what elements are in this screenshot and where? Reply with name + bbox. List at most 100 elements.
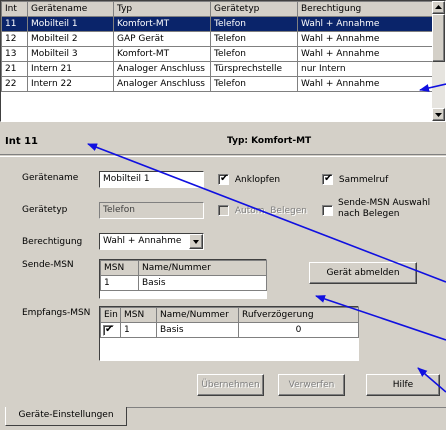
ein-checkbox[interactable]: ✔ <box>103 323 114 336</box>
cell-berechtigung: Wahl + Annahme <box>297 31 433 47</box>
sammelruf-label: Sammelruf <box>338 174 389 185</box>
empfangs-msn-table: Ein MSN Name/Nummer Rufverzögerung ✔ 1 B… <box>100 307 359 338</box>
cell-name: Intern 22 <box>27 76 114 92</box>
sende-msn-label: Sende-MSN <box>22 260 74 270</box>
int-label: Int 11 <box>5 136 39 147</box>
cell-name: Mobilteil 2 <box>27 31 114 47</box>
cell-int: 11 <box>1 16 28 32</box>
table-row[interactable]: ✔ 1 Basis 0 <box>100 322 359 338</box>
berechtigung-select[interactable]: Wahl + Annahme <box>99 233 204 250</box>
cell-msn: 1 <box>100 275 139 291</box>
sende-msn-auswahl-checkbox[interactable]: Sende-MSN Auswahl nach Belegen <box>322 198 446 222</box>
anklopfen-checkbox[interactable]: ✔ Anklopfen <box>218 173 280 186</box>
geraetename-value: Mobilteil 1 <box>103 174 150 184</box>
geraet-abmelden-label: Gerät abmelden <box>326 268 400 278</box>
device-table-header: Int Gerätename Typ Gerätetyp Berechtigun… <box>1 1 433 17</box>
table-row[interactable]: 11 Mobilteil 1 Komfort-MT Telefon Wahl +… <box>1 16 433 32</box>
geraetetyp-field: Telefon <box>99 202 204 219</box>
device-table-frame: Int Gerätename Typ Gerätetyp Berechtigun… <box>0 0 446 122</box>
geraetename-label: Gerätename <box>22 173 79 183</box>
checkmark-icon: ✔ <box>220 173 229 184</box>
col-header-ein[interactable]: Ein <box>100 307 121 323</box>
sende-msn-table-frame: MSN Name/Nummer 1 Basis <box>99 259 267 299</box>
autom-belegen-label: Autom. Belegen <box>234 205 307 216</box>
col-header-rufverzoegerung[interactable]: Rufverzögerung <box>238 307 359 323</box>
autom-belegen-box[interactable] <box>218 205 229 216</box>
tab-geraete-einstellungen[interactable]: Geräte-Einstellungen <box>5 407 127 426</box>
empfangs-msn-label: Empfangs-MSN <box>22 308 91 318</box>
uebernehmen-button[interactable]: Übernehmen <box>197 374 264 396</box>
chevron-down-icon <box>193 240 199 244</box>
table-row[interactable]: 13 Mobilteil 3 Komfort-MT Telefon Wahl +… <box>1 46 433 62</box>
col-header-msn[interactable]: MSN <box>120 307 157 323</box>
cell-typ: GAP Gerät <box>113 31 211 47</box>
cell-name: Mobilteil 1 <box>27 16 114 32</box>
cell-int: 21 <box>1 61 28 77</box>
col-header-berechtigung[interactable]: Berechtigung <box>297 1 433 17</box>
cell-int: 12 <box>1 31 28 47</box>
geraetename-input[interactable]: Mobilteil 1 <box>99 171 204 188</box>
cell-berechtigung: Wahl + Annahme <box>297 16 433 32</box>
scroll-down-button[interactable] <box>432 108 445 121</box>
sende-msn-auswahl-box[interactable] <box>322 205 333 216</box>
sammelruf-checkbox[interactable]: ✔ Sammelruf <box>322 173 389 186</box>
typ-label: Typ: Komfort-MT <box>227 136 312 146</box>
cell-ein[interactable]: ✔ <box>100 322 121 338</box>
berechtigung-label: Berechtigung <box>22 237 83 247</box>
cell-name: Basis <box>156 322 239 338</box>
detail-header: Int 11 Typ: Komfort-MT <box>0 125 446 155</box>
cell-name: Mobilteil 3 <box>27 46 114 62</box>
divider <box>0 156 446 157</box>
berechtigung-value: Wahl + Annahme <box>103 236 182 246</box>
anklopfen-box[interactable]: ✔ <box>218 173 229 185</box>
table-scrollbar[interactable] <box>432 1 445 121</box>
cell-typ: Analoger Anschluss <box>113 61 211 77</box>
col-header-name-nummer[interactable]: Name/Nummer <box>156 307 239 323</box>
col-header-name-nummer[interactable]: Name/Nummer <box>138 260 267 276</box>
geraetetyp-label: Gerätetyp <box>22 205 68 215</box>
col-header-geraetetyp[interactable]: Gerätetyp <box>210 1 298 17</box>
cell-berechtigung: Wahl + Annahme <box>297 46 433 62</box>
cell-typ: Analoger Anschluss <box>113 76 211 92</box>
cell-delay: 0 <box>238 322 359 338</box>
cell-berechtigung: Wahl + Annahme <box>297 76 433 92</box>
tab-strip-line <box>127 407 446 408</box>
autom-belegen-checkbox[interactable]: Autom. Belegen <box>218 205 307 217</box>
geraet-abmelden-button[interactable]: Gerät abmelden <box>309 262 417 284</box>
table-row[interactable]: 1 Basis <box>100 275 267 291</box>
checkmark-icon: ✔ <box>324 173 333 184</box>
cell-geraetetyp: Telefon <box>210 16 298 32</box>
cell-typ: Komfort-MT <box>113 46 211 62</box>
cell-geraetetyp: Telefon <box>210 46 298 62</box>
checkmark-icon: ✔ <box>105 323 114 335</box>
col-header-msn[interactable]: MSN <box>100 260 139 276</box>
cell-msn: 1 <box>120 322 157 338</box>
verwerfen-button[interactable]: Verwerfen <box>278 374 345 396</box>
table-row[interactable]: 22 Intern 22 Analoger Anschluss Telefon … <box>1 76 433 92</box>
sende-msn-auswahl-label-line2: nach Belegen <box>338 209 400 219</box>
cell-int: 22 <box>1 76 28 92</box>
scroll-thumb[interactable] <box>432 14 445 62</box>
device-table: Int Gerätename Typ Gerätetyp Berechtigun… <box>1 1 433 92</box>
col-header-geraetename[interactable]: Gerätename <box>27 1 114 17</box>
hilfe-label: Hilfe <box>392 380 414 390</box>
cell-geraetetyp: Telefon <box>210 31 298 47</box>
dropdown-button[interactable] <box>189 234 203 249</box>
cell-berechtigung: nur Intern <box>297 61 433 77</box>
sende-msn-auswahl-label-line1: Sende-MSN Auswahl <box>338 198 431 208</box>
table-row[interactable]: 21 Intern 21 Analoger Anschluss Türsprec… <box>1 61 433 77</box>
verwerfen-label: Verwerfen <box>288 380 335 390</box>
scroll-up-button[interactable] <box>432 1 445 14</box>
col-header-int[interactable]: Int <box>1 1 28 17</box>
cell-typ: Komfort-MT <box>113 16 211 32</box>
arrow-up-icon <box>435 5 442 9</box>
geraetetyp-value: Telefon <box>103 205 135 215</box>
col-header-typ[interactable]: Typ <box>113 1 211 17</box>
sammelruf-box[interactable]: ✔ <box>322 173 333 185</box>
cell-int: 13 <box>1 46 28 62</box>
tab-label: Geräte-Einstellungen <box>18 410 114 420</box>
table-row[interactable]: 12 Mobilteil 2 GAP Gerät Telefon Wahl + … <box>1 31 433 47</box>
sende-msn-table: MSN Name/Nummer 1 Basis <box>100 260 267 291</box>
cell-geraetetyp: Telefon <box>210 76 298 92</box>
hilfe-button[interactable]: Hilfe <box>366 374 440 396</box>
